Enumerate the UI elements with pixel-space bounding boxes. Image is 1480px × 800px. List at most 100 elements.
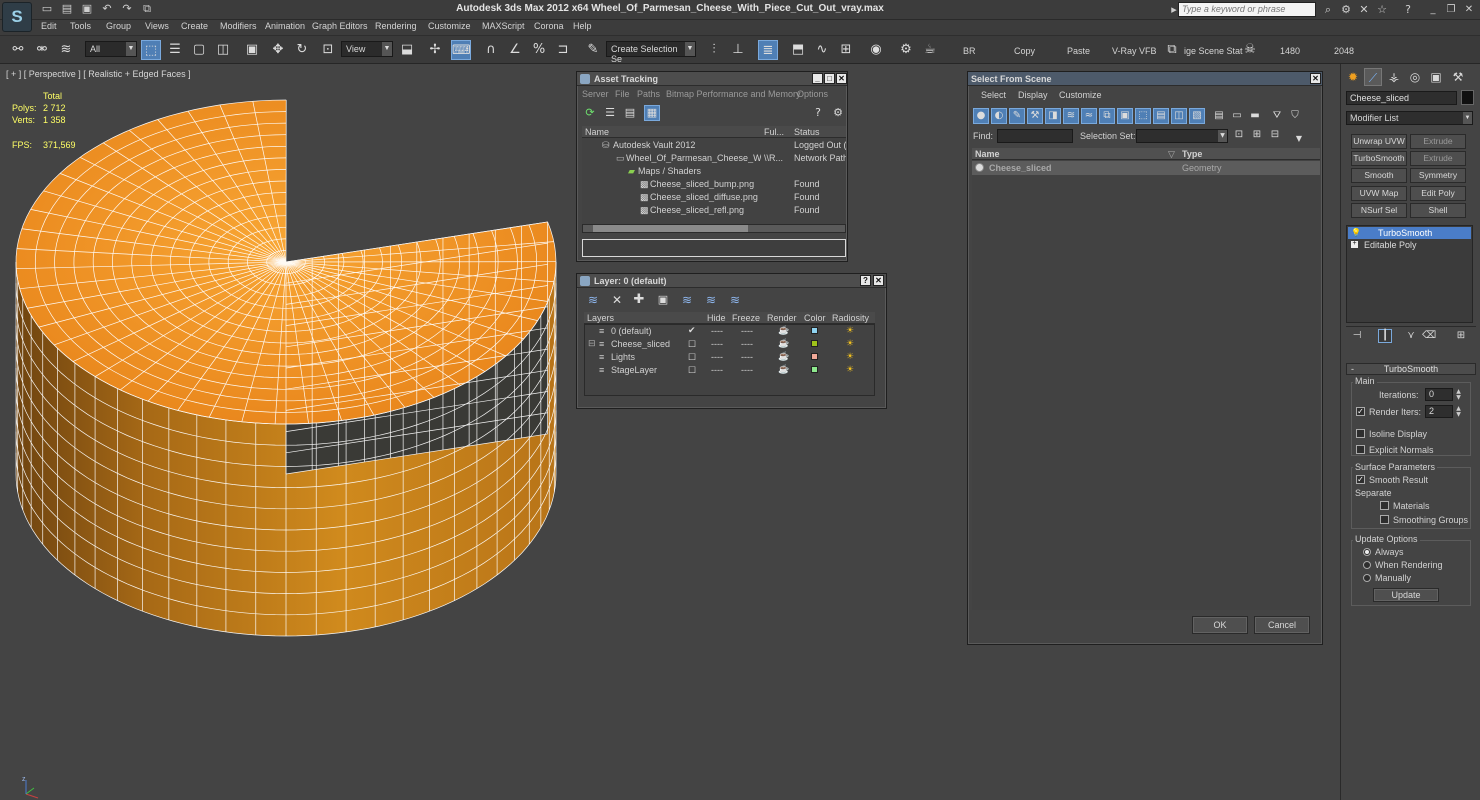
col-full-path[interactable]: Ful...	[764, 127, 784, 137]
modifier-button[interactable]: UVW Map	[1351, 186, 1407, 201]
filter-helpers-icon[interactable]: ◨	[1045, 108, 1061, 124]
filter-lights-icon[interactable]: ✎	[1009, 108, 1025, 124]
selection-set-dropdown[interactable]: ▼	[1136, 129, 1228, 143]
layer-color-swatch[interactable]	[811, 327, 818, 334]
layer-hide[interactable]: ----	[711, 365, 723, 375]
modifier-button[interactable]: NSurf Sel	[1351, 203, 1407, 218]
scene-stats-icon[interactable]: ⧉	[1162, 40, 1182, 60]
layer-color-swatch[interactable]	[811, 366, 818, 373]
modifier-button[interactable]: Smooth	[1351, 168, 1407, 183]
layer-manager-icon[interactable]: ≣	[758, 40, 778, 60]
material-editor-icon[interactable]: ◉	[866, 40, 886, 60]
configure-sets-icon[interactable]: ⊞	[1454, 329, 1468, 343]
create-tab-icon[interactable]: ✹	[1344, 68, 1362, 86]
remove-modifier-icon[interactable]: ⌫	[1422, 329, 1436, 343]
help-icon[interactable]: ?	[810, 105, 826, 121]
layer-freeze[interactable]: ----	[741, 352, 753, 362]
menu-edit[interactable]: Edit	[41, 21, 57, 31]
highlight-layer-icon[interactable]: ≋	[679, 292, 695, 308]
minimize-button[interactable]: _	[812, 73, 823, 84]
menu-file[interactable]: File	[615, 89, 630, 99]
select-object-icon[interactable]: ⬚	[141, 40, 161, 60]
menu-help[interactable]: Help	[573, 21, 592, 31]
tree-view-icon[interactable]: ▤	[622, 105, 638, 121]
layer-hide[interactable]: ----	[711, 339, 723, 349]
align-icon[interactable]: ⊥	[728, 40, 748, 60]
current-layer-box-icon[interactable]: ☐	[688, 352, 696, 363]
table-view-icon[interactable]: ▦	[644, 105, 660, 121]
invert-display-icon[interactable]: ▭	[1229, 108, 1245, 124]
pin-stack-icon[interactable]: ⊣	[1350, 329, 1364, 343]
tool-2048[interactable]: 2048	[1334, 46, 1354, 56]
current-layer-box-icon[interactable]: ☐	[688, 339, 696, 350]
filter-groups-icon[interactable]: ≈	[1081, 108, 1097, 124]
filter-xrefs-icon[interactable]: ⧉	[1099, 108, 1115, 124]
layer-freeze[interactable]: ----	[741, 326, 753, 336]
expand-icon[interactable]: ⊟	[588, 338, 596, 349]
layer-color-swatch[interactable]	[811, 340, 818, 347]
modify-tab-icon[interactable]: ⟋	[1364, 68, 1382, 86]
modifier-button[interactable]: Shell	[1410, 203, 1466, 218]
table-row[interactable]: ▭ Wheel_Of_Parmesan_Cheese_W... \\R... N…	[582, 152, 846, 165]
tool-1480[interactable]: 1480	[1280, 46, 1300, 56]
update-button[interactable]: Update	[1373, 588, 1439, 602]
help-icon[interactable]: ?	[1400, 2, 1416, 18]
app-logo[interactable]: S	[2, 2, 32, 32]
col-hide[interactable]: Hide	[707, 313, 726, 323]
col-name[interactable]: Name	[585, 127, 609, 137]
search-input[interactable]: Type a keyword or phrase	[1178, 2, 1316, 17]
window-crossing-icon[interactable]: ◫	[213, 40, 233, 60]
filter-frozen-icon[interactable]: ▤	[1153, 108, 1169, 124]
lightbulb-icon[interactable]: 💡	[1351, 227, 1361, 239]
refresh-icon[interactable]: ⟳	[582, 105, 598, 121]
schematic-view-icon[interactable]: ⊞	[836, 40, 856, 60]
tool-copy[interactable]: Copy	[1014, 46, 1035, 56]
named-selection-set-dropdown[interactable]: Create Selection Se ▼	[606, 41, 696, 64]
col-color[interactable]: Color	[804, 313, 826, 323]
create-layer-icon[interactable]: ≋	[585, 292, 601, 308]
cancel-button[interactable]: Cancel	[1254, 616, 1310, 634]
layer-hide[interactable]: ----	[711, 326, 723, 336]
menu-group[interactable]: Group	[106, 21, 131, 31]
selection-set-remove-icon[interactable]: ⊟	[1268, 128, 1282, 142]
close-button[interactable]: ✕	[1310, 73, 1321, 84]
pivot-center-icon[interactable]: ⬓	[397, 40, 417, 60]
always-radio[interactable]	[1363, 548, 1371, 556]
stack-item-editable-poly[interactable]: + Editable Poly	[1348, 239, 1471, 251]
render-production-icon[interactable]: ☕	[920, 40, 940, 60]
select-from-scene-title[interactable]: Select From Scene ✕	[968, 72, 1322, 86]
explicit-normals-checkbox[interactable]	[1356, 445, 1365, 454]
menu-paths[interactable]: Paths	[637, 89, 660, 99]
filter-cameras-icon[interactable]: ⚒	[1027, 108, 1043, 124]
close-window-button[interactable]: ✕	[1460, 2, 1478, 18]
hierarchy-tab-icon[interactable]: ⚶	[1385, 68, 1403, 86]
modifier-button[interactable]: Symmetry	[1410, 168, 1466, 183]
modifier-list-dropdown[interactable]: Modifier List ▼	[1346, 111, 1473, 125]
scale-icon[interactable]: ⊡	[318, 40, 338, 60]
tool-br[interactable]: BR	[963, 46, 976, 56]
display-none-icon[interactable]: ▤	[1211, 108, 1227, 124]
bind-space-warp-icon[interactable]: ≋	[56, 40, 76, 60]
col-type[interactable]: Type	[1182, 149, 1202, 159]
filter-hidden-icon[interactable]: ◫	[1171, 108, 1187, 124]
select-all-icon[interactable]: ▬	[1247, 108, 1263, 124]
table-row[interactable]: ▩ Cheese_sliced_diffuse.png Found	[582, 191, 846, 204]
radiosity-icon[interactable]: ☀	[846, 364, 854, 375]
hierarchy-filter-icon[interactable]: ⛉	[1287, 108, 1303, 124]
find-input[interactable]	[997, 129, 1073, 143]
modifier-button[interactable]: Edit Poly	[1410, 186, 1466, 201]
isoline-display-checkbox[interactable]	[1356, 429, 1365, 438]
asset-path-field[interactable]	[582, 239, 846, 257]
menu-create[interactable]: Create	[181, 21, 208, 31]
col-render[interactable]: Render	[767, 313, 797, 323]
rectangular-selection-icon[interactable]: ▢	[189, 40, 209, 60]
select-and-link-icon[interactable]: ⚯	[8, 40, 28, 60]
selection-filter-dropdown[interactable]: All ▼	[85, 41, 137, 57]
edit-selection-set-icon[interactable]: ⊡	[1232, 128, 1246, 142]
layer-freeze[interactable]: ----	[741, 339, 753, 349]
menu-customize[interactable]: Customize	[428, 21, 471, 31]
ok-button[interactable]: OK	[1192, 616, 1248, 634]
layer-color-swatch[interactable]	[811, 353, 818, 360]
menu-maxscript[interactable]: MAXScript	[482, 21, 525, 31]
options-chevron-icon[interactable]: ▼	[1292, 132, 1306, 146]
